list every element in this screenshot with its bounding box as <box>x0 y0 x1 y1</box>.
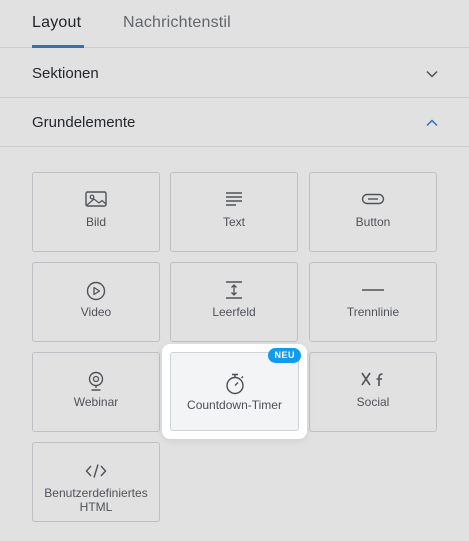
webcam-icon <box>88 371 104 391</box>
tab-layout[interactable]: Layout <box>32 14 81 32</box>
element-tile-benutzerdefiniertes-html[interactable]: Benutzerdefiniertes HTML <box>32 442 160 522</box>
active-tab-indicator <box>32 45 84 48</box>
spacer-icon <box>226 281 242 299</box>
element-tile-social[interactable]: Social <box>309 352 437 432</box>
element-label: Countdown-Timer <box>187 398 282 412</box>
element-label: Webinar <box>73 395 119 409</box>
text-lines-icon <box>226 192 242 206</box>
chevron-up-icon <box>426 119 438 127</box>
element-tile-webinar[interactable]: Webinar <box>32 352 160 432</box>
element-tile-text[interactable]: Text <box>170 172 298 252</box>
element-tile-bild[interactable]: Bild <box>32 172 160 252</box>
tab-bar: Layout Nachrichtenstil <box>0 0 469 48</box>
section-title: Sektionen <box>32 65 99 82</box>
chevron-down-icon <box>426 70 438 78</box>
social-icons-icon <box>361 372 383 386</box>
element-label: Trennlinie <box>346 305 400 319</box>
element-label: Bild <box>85 215 106 229</box>
new-badge: NEU <box>268 348 301 363</box>
element-label: Button <box>355 215 391 229</box>
element-tile-button[interactable]: Button <box>309 172 437 252</box>
element-tile-leerfeld[interactable]: Leerfeld <box>170 262 298 342</box>
element-label: Benutzerdefiniertes HTML <box>44 486 148 514</box>
play-circle-icon <box>86 281 106 301</box>
section-title: Grundelemente <box>32 114 136 131</box>
element-label: Video <box>80 305 112 319</box>
image-icon <box>85 191 107 207</box>
code-icon <box>85 464 107 478</box>
element-tile-video[interactable]: Video <box>32 262 160 342</box>
element-label: Text <box>222 215 245 229</box>
divider-line-icon <box>362 289 384 291</box>
element-label: Social <box>356 395 390 409</box>
section-header-sektionen[interactable]: Sektionen <box>0 49 469 98</box>
element-label: Leerfeld <box>212 305 256 319</box>
stopwatch-icon <box>225 373 244 395</box>
button-pill-icon <box>361 193 385 205</box>
element-tile-trennlinie[interactable]: Trennlinie <box>309 262 437 342</box>
element-tile-countdown-timer[interactable]: Countdown-Timer <box>170 352 299 431</box>
section-header-grundelemente[interactable]: Grundelemente <box>0 98 469 147</box>
tab-nachrichtenstil[interactable]: Nachrichtenstil <box>123 14 231 32</box>
highlight-frame: Countdown-Timer NEU <box>162 344 307 439</box>
